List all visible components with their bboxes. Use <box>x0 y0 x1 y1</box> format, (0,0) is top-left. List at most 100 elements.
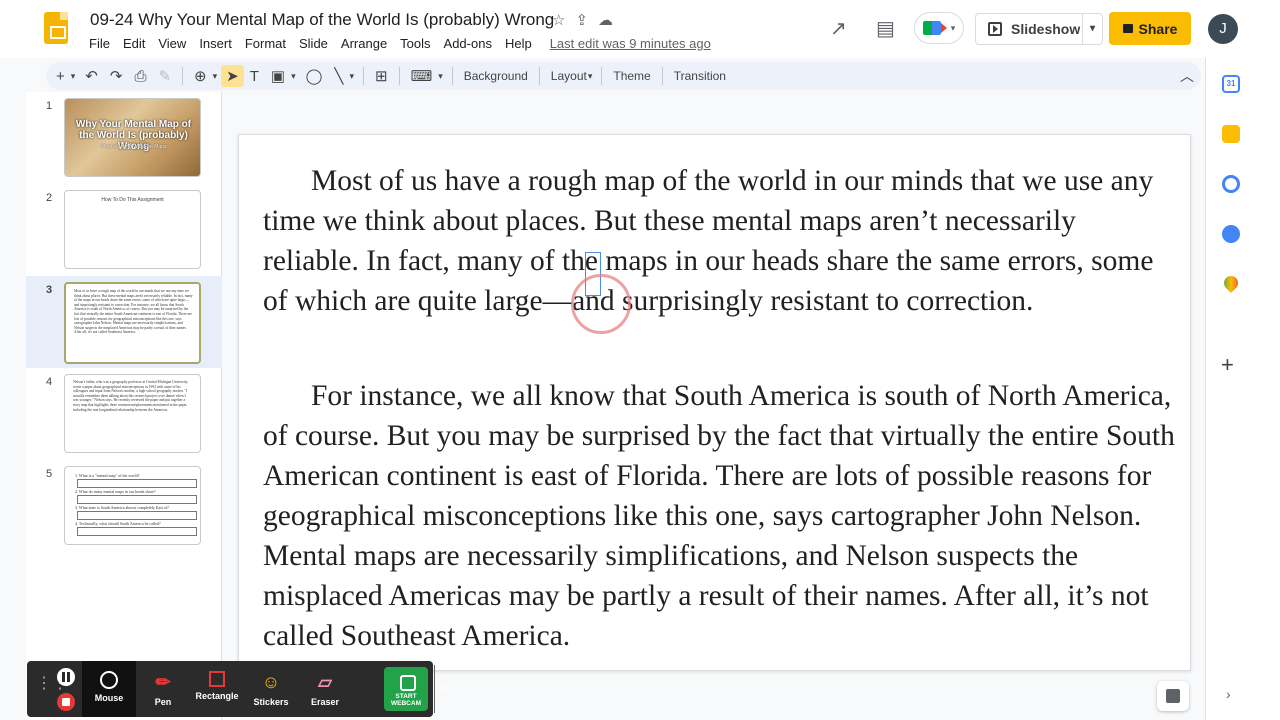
keep-icon[interactable] <box>1222 125 1240 143</box>
pen-tool[interactable]: ✏ Pen <box>136 661 190 717</box>
meet-button[interactable]: ▾ <box>914 12 964 44</box>
thumbnail-question: 1. What is a "mental map" of the world? <box>75 473 140 478</box>
toolbar-divider <box>601 67 603 85</box>
input-tools-icon[interactable]: ⌨ <box>405 67 439 85</box>
comment-history-icon[interactable]: ▤ <box>876 16 895 41</box>
tool-label: Mouse <box>94 693 124 703</box>
title-icons: ☆ ⇪ ☁ <box>552 11 613 29</box>
slide-thumbnail[interactable]: 1. What is a "mental map" of the world? … <box>64 466 201 545</box>
collapse-toolbar-icon[interactable]: ︿ <box>1180 66 1194 86</box>
slide-paragraph-1[interactable]: Most of us have a rough map of the world… <box>263 161 1178 321</box>
slideshow-button[interactable]: Slideshow ▾ <box>975 13 1103 45</box>
menu-arrange[interactable]: Arrange <box>341 36 387 51</box>
print-icon[interactable]: ⎙ <box>128 68 152 85</box>
stop-recording-icon[interactable] <box>57 693 75 711</box>
calendar-icon[interactable]: 31 <box>1222 75 1240 93</box>
slide-canvas[interactable]: Most of us have a rough map of the world… <box>238 134 1191 671</box>
menu-format[interactable]: Format <box>245 36 286 51</box>
eraser-tool[interactable]: ▱ Eraser <box>298 661 352 717</box>
filmstrip-slide-1[interactable]: 1 Why Your Mental Map of the World Is (p… <box>26 92 222 178</box>
toolbar-divider <box>538 67 540 85</box>
stickers-tool[interactable]: ☺ Stickers <box>244 661 298 717</box>
tasks-icon[interactable] <box>1222 175 1240 193</box>
toolbar-divider <box>451 67 453 85</box>
mouse-tool[interactable]: Mouse <box>82 661 136 717</box>
pause-recording-icon[interactable] <box>57 668 75 686</box>
zoom-icon[interactable]: ⊕ <box>188 67 213 85</box>
input-tools-dropdown-icon[interactable]: ▾ <box>438 71 447 82</box>
slides-logo-icon[interactable] <box>44 12 68 44</box>
share-button[interactable]: Share <box>1109 12 1191 45</box>
rectangle-tool[interactable]: Rectangle <box>190 661 244 717</box>
meet-camera-icon <box>922 21 947 35</box>
menu-help[interactable]: Help <box>505 36 532 51</box>
text-box-icon[interactable]: T <box>244 68 265 85</box>
new-slide-dropdown-icon[interactable]: ▾ <box>71 71 80 82</box>
side-panel <box>1205 58 1280 720</box>
toolbar-divider <box>398 67 400 85</box>
line-icon[interactable]: ╲ <box>328 67 349 85</box>
thumbnail-answer-box <box>77 495 197 504</box>
add-comment-icon[interactable]: ⊞ <box>369 67 394 85</box>
last-edit-link[interactable]: Last edit was 9 minutes ago <box>550 36 711 51</box>
slide-thumbnail[interactable]: How To Do This Assignment <box>64 190 201 269</box>
star-icon[interactable]: ☆ <box>552 11 565 29</box>
cloud-status-icon[interactable]: ☁ <box>598 11 613 29</box>
layout-dropdown-icon[interactable]: ▾ <box>588 71 597 82</box>
filmstrip-slide-4[interactable]: 4 Nelson's father, who was a geography p… <box>26 368 222 454</box>
filmstrip-slide-2[interactable]: 2 How To Do This Assignment <box>26 184 222 270</box>
sticker-smiley-icon: ☺ <box>261 672 281 692</box>
explore-button[interactable] <box>1157 681 1189 711</box>
get-addons-plus-icon[interactable]: + <box>1221 352 1234 378</box>
insert-image-icon[interactable]: ▣ <box>265 67 291 85</box>
activity-trend-icon[interactable]: ↗ <box>830 16 847 41</box>
slide-paragraph-2[interactable]: For instance, we all know that South Ame… <box>263 376 1178 656</box>
tool-label: Eraser <box>310 697 340 707</box>
transition-button[interactable]: Transition <box>668 69 732 83</box>
slide-filmstrip: 1 Why Your Mental Map of the World Is (p… <box>26 92 222 720</box>
mouse-highlight-ring <box>571 274 631 334</box>
menu-file[interactable]: File <box>89 36 110 51</box>
menu-view[interactable]: View <box>158 36 186 51</box>
start-webcam-button[interactable]: START WEBCAM <box>384 667 428 711</box>
thumbnail-answer-box <box>77 511 197 520</box>
slideshow-label: Slideshow <box>1011 21 1081 37</box>
zoom-dropdown-icon[interactable]: ▾ <box>213 71 222 82</box>
tool-label: Stickers <box>253 697 289 707</box>
contacts-icon[interactable] <box>1222 225 1240 243</box>
expand-panel-chevron-icon[interactable]: › <box>1226 686 1231 702</box>
menu-addons[interactable]: Add-ons <box>444 36 492 51</box>
slide-thumbnail[interactable]: Nelson's father, who was a geography pro… <box>64 374 201 453</box>
thumbnail-answer-box <box>77 479 197 488</box>
filmstrip-slide-3[interactable]: 3 Most of us have a rough map of the wor… <box>26 276 222 368</box>
line-dropdown-icon[interactable]: ▾ <box>349 71 358 82</box>
slide-number: 1 <box>46 100 53 112</box>
collapse-recorder-icon[interactable]: ‹ <box>440 679 445 697</box>
menu-insert[interactable]: Insert <box>199 36 232 51</box>
menu-tools[interactable]: Tools <box>400 36 430 51</box>
layout-button[interactable]: Layout <box>545 69 588 83</box>
filmstrip-slide-5[interactable]: 5 1. What is a "mental map" of the world… <box>26 460 222 546</box>
new-slide-icon[interactable]: + <box>50 68 71 85</box>
document-title[interactable]: 09-24 Why Your Mental Map of the World I… <box>90 10 554 30</box>
theme-button[interactable]: Theme <box>607 69 656 83</box>
slide-thumbnail[interactable]: Why Your Mental Map of the World Is (pro… <box>64 98 201 177</box>
share-label: Share <box>1138 20 1178 37</box>
image-dropdown-icon[interactable]: ▾ <box>291 71 300 82</box>
undo-icon[interactable]: ↶ <box>79 67 104 85</box>
account-avatar[interactable]: J <box>1208 14 1238 44</box>
slideshow-dropdown-icon[interactable]: ▾ <box>1082 14 1102 44</box>
select-cursor-icon[interactable]: ➤ <box>221 65 244 87</box>
slide-thumbnail[interactable]: Most of us have a rough map of the world… <box>64 282 201 364</box>
thumbnail-question: 2. What do many mental maps in our heads… <box>75 489 156 494</box>
paint-format-icon[interactable]: ✎ <box>152 67 177 85</box>
menu-edit[interactable]: Edit <box>123 36 145 51</box>
menu-slide[interactable]: Slide <box>299 36 328 51</box>
redo-icon[interactable]: ↷ <box>104 67 129 85</box>
top-bar: 09-24 Why Your Mental Map of the World I… <box>0 0 1280 58</box>
background-button[interactable]: Background <box>458 69 534 83</box>
thumbnail-question: 3. What state is South America almost co… <box>75 505 169 510</box>
shape-icon[interactable]: ◯ <box>300 67 329 85</box>
move-folder-icon[interactable]: ⇪ <box>575 11 588 29</box>
toolbar-divider <box>362 67 364 85</box>
